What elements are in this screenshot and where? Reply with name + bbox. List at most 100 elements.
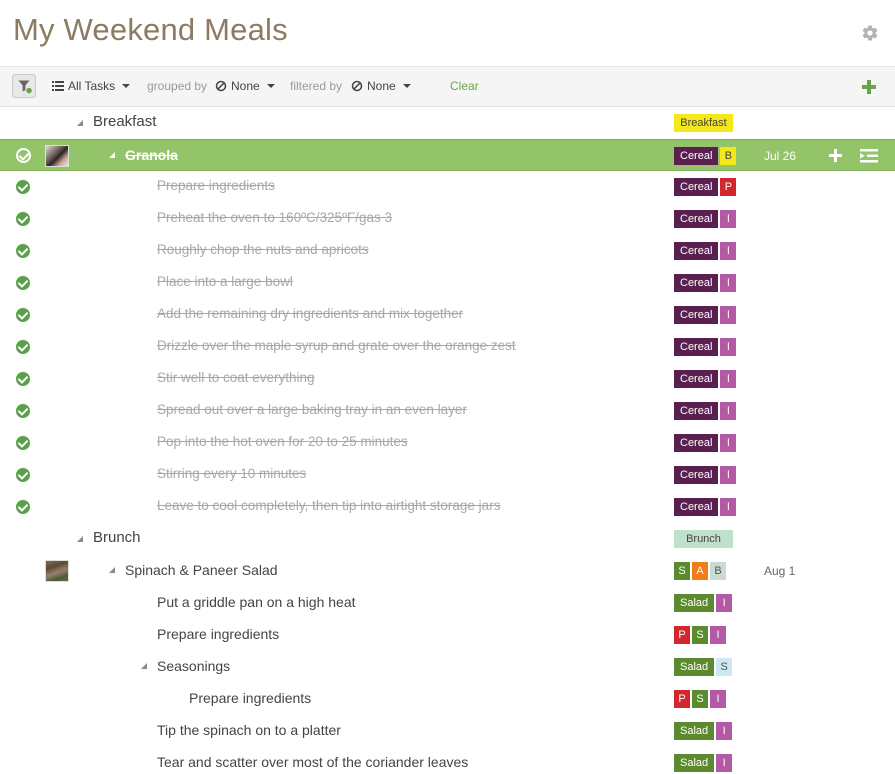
task-row[interactable]: Pop into the hot oven for 20 to 25 minut…: [0, 427, 895, 459]
tag-badge[interactable]: Cereal: [674, 210, 719, 228]
task-row[interactable]: Stirring every 10 minutes Cereal I: [0, 459, 895, 491]
completed-check-icon[interactable]: [16, 212, 30, 226]
completed-check-icon[interactable]: [16, 244, 30, 258]
filtered-by-select[interactable]: None: [351, 79, 411, 93]
tag-badge[interactable]: Cereal: [674, 274, 719, 292]
task-row[interactable]: Preheat the oven to 160ºC/325ºF/gas 3 Cer…: [0, 203, 895, 235]
task-title: Put a griddle pan on a high heat: [157, 594, 356, 610]
tag-badge[interactable]: S: [692, 626, 708, 644]
task-row[interactable]: Prepare ingredients P S I: [0, 619, 895, 651]
expand-triangle-icon[interactable]: [141, 663, 147, 669]
tag-badge[interactable]: I: [720, 370, 737, 388]
task-title: Preheat the oven to 160ºC/325ºF/gas 3: [157, 210, 393, 225]
add-subtask-icon[interactable]: [829, 149, 842, 162]
task-row[interactable]: Spread out over a large baking tray in a…: [0, 395, 895, 427]
completed-check-icon[interactable]: [16, 180, 30, 194]
tag-badge[interactable]: I: [720, 498, 737, 516]
add-task-icon[interactable]: [862, 80, 876, 94]
tag-badge[interactable]: I: [720, 210, 737, 228]
expand-triangle-icon[interactable]: [109, 567, 115, 573]
completed-check-icon[interactable]: [16, 404, 30, 418]
tag-badge[interactable]: Cereal: [674, 178, 719, 196]
app-header: My Weekend Meals: [0, 0, 895, 66]
grouped-by-select[interactable]: None: [215, 79, 275, 93]
tag-badge[interactable]: I: [720, 466, 737, 484]
tag-badge[interactable]: Breakfast: [674, 114, 733, 132]
due-date[interactable]: Jul 26: [764, 149, 796, 163]
tag-badge[interactable]: Salad: [674, 754, 715, 772]
completed-check-icon[interactable]: [16, 436, 30, 450]
due-date[interactable]: Aug 1: [764, 564, 795, 578]
view-selector[interactable]: All Tasks: [52, 79, 131, 93]
task-row[interactable]: Tip the spinach on to a platter Salad I: [0, 715, 895, 747]
task-row[interactable]: Seasonings Salad S: [0, 651, 895, 683]
tag-badge[interactable]: Salad: [674, 594, 715, 612]
tag-list: Cereal I: [674, 210, 737, 228]
tag-badge[interactable]: Salad: [674, 658, 715, 676]
completed-check-icon[interactable]: [16, 340, 30, 354]
tag-badge[interactable]: S: [692, 690, 708, 708]
clear-filters-link[interactable]: Clear: [450, 79, 479, 93]
expand-triangle-icon[interactable]: [77, 120, 83, 126]
tag-badge[interactable]: P: [674, 690, 690, 708]
tag-badge[interactable]: Cereal: [674, 147, 719, 165]
gear-icon[interactable]: [861, 24, 879, 42]
task-row[interactable]: Granola Cereal B Jul 26: [0, 139, 895, 171]
tag-badge[interactable]: Cereal: [674, 498, 719, 516]
tag-badge[interactable]: S: [716, 658, 733, 676]
group-row[interactable]: Breakfast Breakfast: [0, 107, 895, 139]
tag-badge[interactable]: Cereal: [674, 402, 719, 420]
task-row[interactable]: Stir well to coat everything Cereal I: [0, 363, 895, 395]
task-row[interactable]: Leave to cool completely, then tip into …: [0, 491, 895, 523]
tag-badge[interactable]: A: [692, 562, 708, 580]
tag-badge[interactable]: I: [720, 338, 737, 356]
task-title: Prepare ingredients: [157, 178, 275, 193]
group-row[interactable]: Brunch Brunch: [0, 523, 895, 555]
tag-badge[interactable]: I: [716, 594, 733, 612]
tag-badge[interactable]: I: [710, 690, 726, 708]
tag-badge[interactable]: P: [720, 178, 737, 196]
tag-badge[interactable]: Cereal: [674, 338, 719, 356]
task-row[interactable]: Add the remaining dry ingredients and mi…: [0, 299, 895, 331]
tag-badge[interactable]: B: [720, 147, 737, 165]
tag-badge[interactable]: Cereal: [674, 306, 719, 324]
tag-badge[interactable]: Cereal: [674, 466, 719, 484]
tag-badge[interactable]: I: [720, 306, 737, 324]
tag-badge[interactable]: Salad: [674, 722, 715, 740]
completed-check-icon[interactable]: [16, 276, 30, 290]
tag-badge[interactable]: Cereal: [674, 370, 719, 388]
list-icon: [52, 81, 64, 91]
indent-icon[interactable]: [860, 149, 878, 163]
task-row[interactable]: Tear and scatter over most of the corian…: [0, 747, 895, 774]
completed-check-icon[interactable]: [16, 468, 30, 482]
task-row[interactable]: Place into a large bowl Cereal I: [0, 267, 895, 299]
tag-badge[interactable]: I: [720, 242, 737, 260]
task-row[interactable]: Put a griddle pan on a high heat Salad I: [0, 587, 895, 619]
filter-toggle-button[interactable]: [12, 74, 36, 98]
chevron-down-icon: [402, 84, 411, 88]
tag-badge[interactable]: P: [674, 626, 690, 644]
tag-badge[interactable]: I: [716, 754, 733, 772]
tag-badge[interactable]: S: [674, 562, 690, 580]
completed-check-icon[interactable]: [16, 500, 30, 514]
expand-triangle-icon[interactable]: [77, 536, 83, 542]
completed-check-icon[interactable]: [16, 308, 30, 322]
tag-badge[interactable]: I: [720, 274, 737, 292]
task-row[interactable]: Spinach & Paneer Salad S A B Aug 1: [0, 555, 895, 587]
tag-badge[interactable]: I: [720, 434, 737, 452]
tag-list: Cereal P: [674, 178, 737, 196]
tag-badge[interactable]: Brunch: [674, 530, 733, 548]
tag-badge[interactable]: Cereal: [674, 434, 719, 452]
task-row[interactable]: Prepare ingredients Cereal P: [0, 171, 895, 203]
tag-badge[interactable]: I: [720, 402, 737, 420]
tag-badge[interactable]: Cereal: [674, 242, 719, 260]
tag-badge[interactable]: I: [716, 722, 733, 740]
completed-check-icon[interactable]: [16, 148, 31, 163]
tag-badge[interactable]: B: [710, 562, 726, 580]
task-row[interactable]: Roughly chop the nuts and apricots Cereal…: [0, 235, 895, 267]
expand-triangle-icon[interactable]: [109, 152, 115, 158]
completed-check-icon[interactable]: [16, 372, 30, 386]
task-row[interactable]: Prepare ingredients P S I: [0, 683, 895, 715]
tag-badge[interactable]: I: [710, 626, 726, 644]
task-row[interactable]: Drizzle over the maple syrup and grate o…: [0, 331, 895, 363]
